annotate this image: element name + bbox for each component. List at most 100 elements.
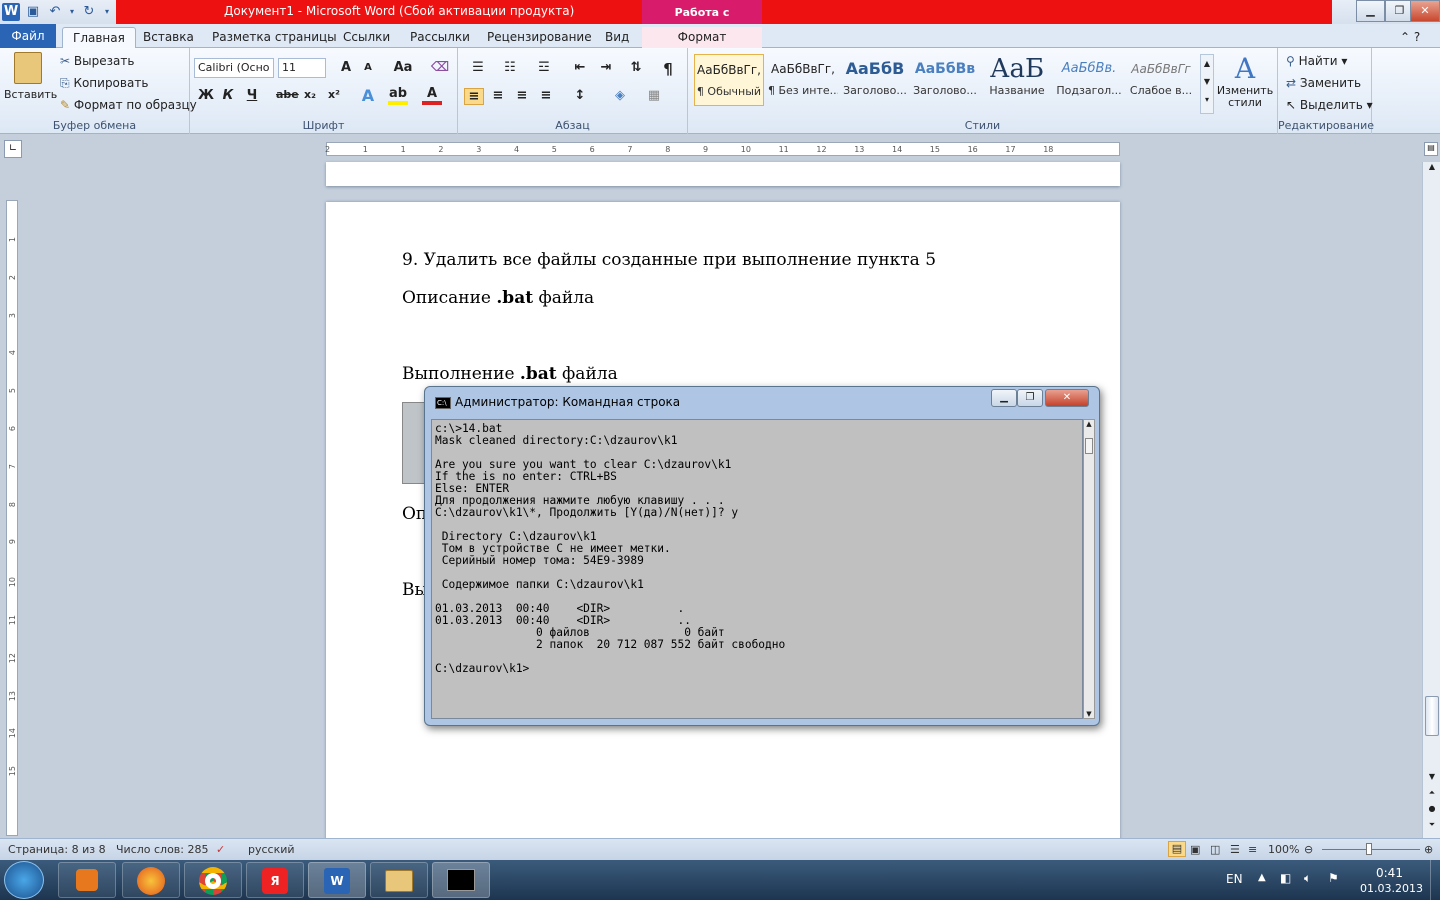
customize-qat-icon[interactable]: ▾ — [102, 3, 112, 21]
tab-selector[interactable]: ∟ — [4, 140, 22, 158]
doc-line-3[interactable]: Выполнение .bat файла — [402, 364, 618, 384]
font-size-select[interactable]: 11 — [278, 58, 326, 78]
underline-button[interactable]: Ч — [242, 88, 262, 103]
style-normal[interactable]: АаБбВвГг, ¶ Обычный — [694, 54, 764, 106]
align-left-icon[interactable]: ≡ — [464, 88, 484, 105]
cmd-close-button[interactable]: ✕ — [1045, 389, 1089, 407]
copy-button[interactable]: ⎘ Копировать — [60, 76, 148, 91]
style-title[interactable]: АаБ Название — [982, 54, 1052, 106]
cmd-scroll-down-icon[interactable]: ▼ — [1084, 710, 1094, 718]
print-layout-view-icon[interactable]: ▤ — [1168, 841, 1186, 857]
next-page-icon[interactable]: ⏷ — [1425, 820, 1439, 834]
change-styles-button[interactable]: A Изменить стили — [1216, 52, 1274, 109]
bullets-icon[interactable]: ☰ — [468, 60, 488, 75]
command-prompt-window[interactable]: C:\ Администратор: Командная строка ▁ ❐ … — [424, 386, 1100, 726]
doc-line-2[interactable]: Описание .bat файла — [402, 288, 594, 308]
font-name-select[interactable]: Calibri (Осно — [194, 58, 274, 78]
numbering-icon[interactable]: ☷ — [500, 60, 520, 75]
vertical-ruler[interactable]: 1 2 3 4 5 6 7 8 9 10 11 12 13 14 15 — [6, 200, 18, 836]
format-painter-button[interactable]: ✎ Формат по образцу — [60, 98, 197, 112]
style-no-spacing[interactable]: АаБбВвГг, ¶ Без инте... — [768, 54, 838, 106]
minimize-button[interactable]: ▁ — [1356, 0, 1385, 22]
horizontal-ruler[interactable]: 2 1 1 2 3 4 5 6 7 8 9 10 11 12 13 14 15 16 17 18 — [325, 142, 1120, 156]
tab-file[interactable]: Файл — [0, 24, 56, 48]
find-button[interactable]: ⚲ Найти ▾ — [1286, 54, 1347, 68]
show-desktop-button[interactable] — [1430, 860, 1440, 900]
full-screen-view-icon[interactable]: ▣ — [1190, 843, 1200, 856]
styles-more-button[interactable]: ▲ ▼ ▾ — [1200, 54, 1214, 114]
italic-button[interactable]: К — [218, 88, 238, 103]
font-color-icon[interactable]: A — [422, 86, 442, 105]
proofing-icon[interactable]: ✓ — [216, 843, 225, 856]
zoom-slider-thumb[interactable] — [1366, 843, 1372, 855]
line-spacing-icon[interactable]: ↕ — [570, 88, 590, 103]
highlight-icon[interactable]: ab — [388, 86, 408, 105]
cmd-scrollbar[interactable]: ▲ ▼ — [1083, 419, 1095, 719]
doc-line-1[interactable]: 9. Удалить все файлы созданные при выпол… — [402, 250, 936, 270]
close-button[interactable]: ✕ — [1410, 0, 1440, 22]
style-subtitle[interactable]: АаБбВв. Подзагол... — [1054, 54, 1124, 106]
replace-button[interactable]: ⇄ Заменить — [1286, 76, 1361, 90]
volume-icon[interactable]: 🔈︎ — [1304, 871, 1311, 886]
zoom-out-icon[interactable]: ⊖ — [1304, 843, 1313, 856]
borders-icon[interactable]: ▦ — [644, 88, 664, 103]
redo-icon[interactable]: ↻ — [80, 3, 98, 21]
strikethrough-button[interactable]: abe — [276, 88, 299, 101]
increase-indent-icon[interactable]: ⇥ — [596, 60, 616, 75]
grow-font-button[interactable]: A — [336, 60, 356, 75]
web-layout-view-icon[interactable]: ◫ — [1210, 843, 1220, 856]
shrink-font-button[interactable]: A — [358, 62, 378, 73]
bold-button[interactable]: Ж — [196, 88, 216, 103]
clock-time[interactable]: 0:41 — [1376, 866, 1403, 880]
style-subtle-emphasis[interactable]: АаБбВвГг Слабое в... — [1126, 54, 1196, 106]
draft-view-icon[interactable]: ≡ — [1248, 843, 1257, 856]
tab-mailings[interactable]: Рассылки — [400, 27, 480, 48]
change-case-button[interactable]: Aa — [390, 60, 416, 75]
clear-format-icon[interactable]: ⌫ — [430, 60, 450, 75]
shading-icon[interactable]: ◈ — [610, 88, 630, 103]
view-ruler-icon[interactable]: ▤ — [1424, 142, 1438, 156]
cmd-maximize-button[interactable]: ❐ — [1017, 389, 1043, 407]
start-button[interactable] — [4, 861, 44, 899]
input-language[interactable]: EN — [1226, 872, 1243, 886]
tab-view[interactable]: Вид — [595, 27, 639, 48]
tab-references[interactable]: Ссылки — [333, 27, 400, 48]
cut-button[interactable]: ✂ Вырезать — [60, 54, 134, 68]
cmd-console[interactable]: c:\>14.bat Mask cleaned directory:C:\dza… — [431, 419, 1083, 719]
tab-page-layout[interactable]: Разметка страницы — [202, 27, 347, 48]
zoom-in-icon[interactable]: ⊕ — [1424, 843, 1433, 856]
sort-icon[interactable]: ⇅ — [626, 60, 646, 75]
paste-button[interactable]: Вставить — [4, 52, 57, 101]
justify-icon[interactable]: ≡ — [536, 88, 556, 103]
tab-insert[interactable]: Вставка — [133, 27, 204, 48]
taskbar-media-player[interactable] — [58, 862, 116, 898]
style-heading-1[interactable]: АаБбВ Заголово... — [840, 54, 910, 106]
scroll-down-icon[interactable]: ▼ — [1425, 772, 1439, 786]
flag-icon[interactable]: ⚑ — [1328, 871, 1339, 885]
text-effects-icon[interactable]: A — [358, 86, 378, 105]
taskbar-cmd[interactable] — [432, 862, 490, 898]
select-button[interactable]: ↖ Выделить ▾ — [1286, 98, 1373, 112]
taskbar-chrome[interactable] — [184, 862, 242, 898]
align-right-icon[interactable]: ≡ — [512, 88, 532, 103]
tab-format[interactable]: Формат — [642, 27, 762, 48]
outline-view-icon[interactable]: ☰ — [1230, 843, 1240, 856]
clock-date[interactable]: 01.03.2013 — [1360, 882, 1423, 895]
cmd-scroll-up-icon[interactable]: ▲ — [1084, 420, 1094, 428]
network-icon[interactable]: ◧ — [1280, 871, 1291, 885]
taskbar-yandex[interactable]: Я — [246, 862, 304, 898]
taskbar-explorer[interactable] — [370, 862, 428, 898]
word-app-icon[interactable]: W — [2, 3, 20, 21]
tray-arrow-icon[interactable]: ▲ — [1258, 872, 1266, 883]
cmd-minimize-button[interactable]: ▁ — [991, 389, 1017, 407]
cmd-scroll-thumb[interactable] — [1085, 438, 1093, 454]
scroll-up-icon[interactable]: ▲ — [1425, 162, 1439, 176]
align-center-icon[interactable]: ≡ — [488, 88, 508, 103]
scroll-thumb[interactable] — [1425, 696, 1439, 736]
undo-dropdown-icon[interactable]: ▾ — [68, 3, 76, 21]
language[interactable]: русский — [248, 843, 295, 856]
taskbar-word[interactable]: W — [308, 862, 366, 898]
style-heading-2[interactable]: АаБбВв Заголово... — [910, 54, 980, 106]
tab-home[interactable]: Главная — [62, 27, 136, 48]
tab-review[interactable]: Рецензирование — [477, 27, 602, 48]
